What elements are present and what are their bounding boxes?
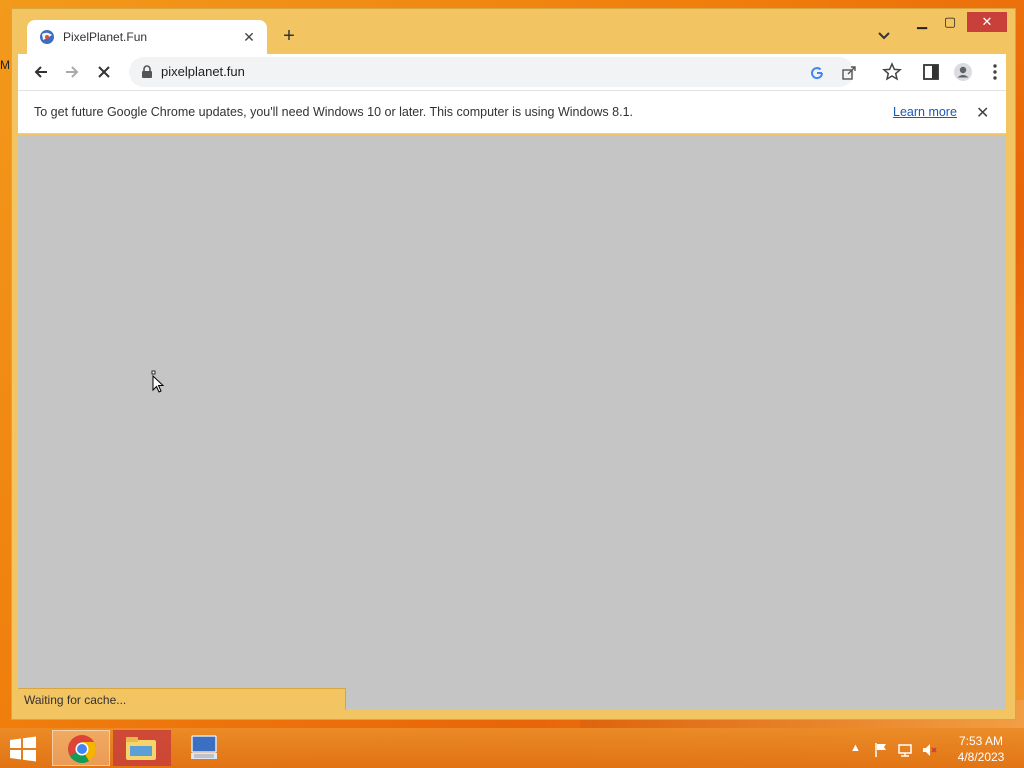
- lock-icon[interactable]: [141, 65, 153, 79]
- more-menu-icon[interactable]: [985, 62, 1005, 82]
- chrome-icon: [68, 735, 96, 763]
- infobar-close-icon[interactable]: ✕: [976, 103, 989, 123]
- file-explorer-icon: [126, 737, 156, 760]
- tab-search-chevron-icon[interactable]: [874, 26, 894, 46]
- status-bubble: Waiting for cache...: [18, 688, 346, 710]
- close-window-button[interactable]: ✕: [967, 12, 1007, 32]
- url-text[interactable]: pixelplanet.fun: [161, 64, 245, 79]
- taskbar-remote-desktop-button[interactable]: [175, 730, 233, 766]
- learn-more-link[interactable]: Learn more: [893, 105, 957, 119]
- clock-time: 7:53 AM: [958, 734, 1004, 748]
- bookmark-star-icon[interactable]: [882, 62, 902, 82]
- profile-avatar-icon[interactable]: [953, 62, 973, 82]
- tab-pixelplanet[interactable]: PixelPlanet.Fun ✕: [27, 20, 267, 54]
- action-center-flag-icon[interactable]: [873, 742, 889, 758]
- taskbar-chrome-button[interactable]: [52, 730, 110, 766]
- browser-toolbar: pixelplanet.fun: [18, 54, 1006, 90]
- remote-desktop-icon: [191, 735, 217, 759]
- show-hidden-icons-chevron-icon[interactable]: ▲: [850, 742, 866, 758]
- side-panel-icon[interactable]: [921, 62, 941, 82]
- tab-title: PixelPlanet.Fun: [63, 30, 148, 44]
- volume-muted-icon[interactable]: [921, 742, 937, 758]
- new-tab-button[interactable]: +: [278, 25, 300, 47]
- system-clock[interactable]: 7:53 AM 4/8/2023: [952, 733, 1010, 765]
- update-infobar: To get future Google Chrome updates, you…: [18, 90, 1006, 134]
- taskbar: ▲ 7:53 AM 4/8/2023: [0, 728, 1024, 768]
- windows-start-icon[interactable]: [8, 736, 38, 762]
- desktop-edge-text: M: [0, 58, 10, 72]
- status-text: Waiting for cache...: [24, 693, 127, 707]
- page-content-area[interactable]: [18, 135, 1006, 709]
- network-icon[interactable]: [897, 742, 913, 758]
- pixelplanet-favicon-icon: [40, 30, 54, 44]
- taskbar-file-explorer-button[interactable]: [113, 730, 171, 766]
- browser-window: PixelPlanet.Fun ✕ + ▁ ▢ ✕ pixelplanet.fu…: [11, 8, 1016, 720]
- share-icon[interactable]: [841, 65, 857, 81]
- forward-arrow-icon[interactable]: [62, 62, 82, 82]
- address-bar[interactable]: pixelplanet.fun: [129, 57, 857, 87]
- stop-loading-icon[interactable]: [94, 62, 114, 82]
- google-lens-icon[interactable]: [809, 65, 825, 81]
- tab-close-icon[interactable]: ✕: [241, 29, 257, 46]
- back-arrow-icon[interactable]: [31, 62, 51, 82]
- title-bar[interactable]: PixelPlanet.Fun ✕ + ▁ ▢ ✕: [12, 9, 1015, 54]
- infobar-message: To get future Google Chrome updates, you…: [34, 105, 633, 119]
- clock-date: 4/8/2023: [957, 750, 1005, 764]
- minimize-button[interactable]: ▁: [908, 12, 936, 32]
- maximize-button[interactable]: ▢: [936, 12, 964, 32]
- mouse-cursor-icon: [151, 370, 165, 393]
